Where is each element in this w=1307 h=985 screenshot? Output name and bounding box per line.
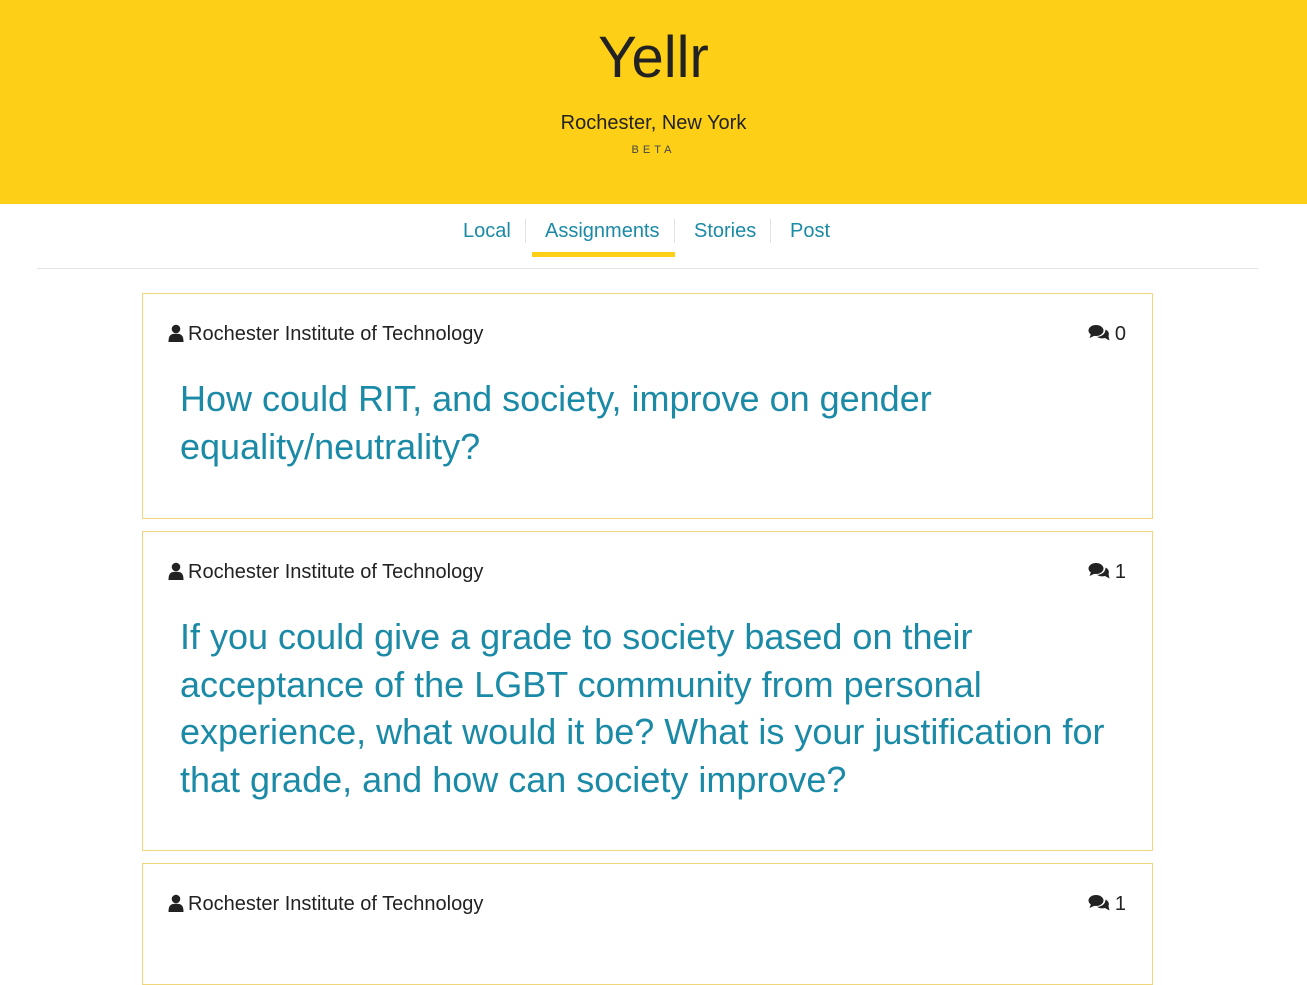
comment-count[interactable]: 0 bbox=[1088, 322, 1126, 346]
user-icon bbox=[168, 562, 184, 586]
assignment-card[interactable]: Rochester Institute of Technology 1 If y… bbox=[142, 531, 1153, 851]
assignment-card[interactable]: Rochester Institute of Technology 0 How … bbox=[142, 293, 1153, 519]
author-name: Rochester Institute of Technology bbox=[188, 561, 484, 583]
comments-icon bbox=[1088, 324, 1110, 348]
site-title[interactable]: Yellr bbox=[0, 22, 1307, 94]
tab-assignments[interactable]: Assignments bbox=[532, 218, 674, 257]
assignment-author: Rochester Institute of Technology bbox=[168, 322, 483, 346]
comment-count[interactable]: 1 bbox=[1088, 560, 1126, 584]
assignment-author: Rochester Institute of Technology bbox=[168, 892, 483, 916]
assignment-question[interactable]: If you could give a grade to society bas… bbox=[180, 613, 1130, 803]
tab-post[interactable]: Post bbox=[790, 218, 830, 244]
nav-divider bbox=[674, 219, 675, 243]
author-name: Rochester Institute of Technology bbox=[188, 323, 484, 345]
nav-divider bbox=[525, 219, 526, 243]
comment-count-value: 1 bbox=[1114, 561, 1126, 583]
comment-count-value: 1 bbox=[1114, 893, 1126, 915]
comments-icon bbox=[1088, 562, 1110, 586]
comments-icon bbox=[1088, 894, 1110, 918]
beta-badge: BETA bbox=[631, 144, 676, 156]
comment-count[interactable]: 1 bbox=[1088, 892, 1126, 916]
main-nav: Local Assignments Stories Post bbox=[37, 204, 1258, 269]
assignment-author: Rochester Institute of Technology bbox=[168, 560, 483, 584]
tab-stories[interactable]: Stories bbox=[694, 218, 756, 244]
location-label: Rochester, New York bbox=[560, 112, 747, 134]
user-icon bbox=[168, 324, 184, 348]
assignment-card[interactable]: Rochester Institute of Technology 1 bbox=[142, 863, 1153, 985]
assignment-question[interactable]: How could RIT, and society, improve on g… bbox=[180, 375, 1130, 470]
comment-count-value: 0 bbox=[1114, 323, 1126, 345]
author-name: Rochester Institute of Technology bbox=[188, 893, 484, 915]
tab-local[interactable]: Local bbox=[463, 218, 511, 244]
user-icon bbox=[168, 894, 184, 918]
site-header: Yellr Rochester, New York BETA bbox=[0, 0, 1307, 204]
nav-divider bbox=[770, 219, 771, 243]
